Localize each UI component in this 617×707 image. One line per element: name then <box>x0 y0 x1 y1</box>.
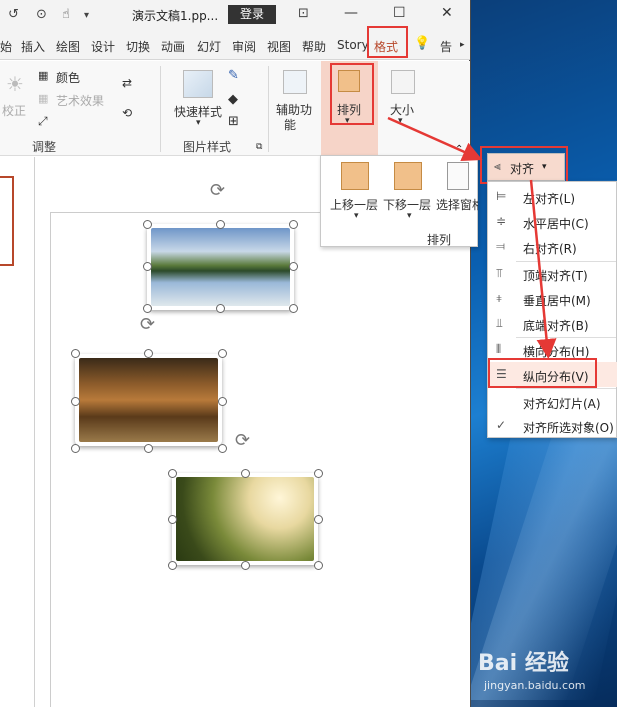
lake-picture[interactable] <box>147 224 294 310</box>
document-title: 演示文稿1.pp... <box>132 9 219 23</box>
align-menu: ⊨ 左对齐(L) ≑ 水平居中(C) ⫤ 右对齐(R) ⫪ 顶端对齐(T) ⧧ … <box>487 181 617 438</box>
customize-toolbar-icon[interactable]: ▾ <box>84 10 89 21</box>
tab-design[interactable]: 设计 <box>91 38 115 55</box>
size-dropdown-icon[interactable]: ▾ <box>398 116 403 126</box>
menu-align-to-slide[interactable]: 对齐幻灯片(A) <box>488 389 617 414</box>
tab-review[interactable]: 审阅 <box>232 38 256 55</box>
tab-story[interactable]: Story <box>337 38 367 52</box>
menu-align-center[interactable]: ≑ 水平居中(C) <box>488 209 617 234</box>
tab-slideshow[interactable]: 幻灯 <box>197 38 221 55</box>
slide-thumbnail[interactable] <box>0 176 14 266</box>
arrange-popup: 上移一层 ▾ 下移一层 ▾ 选择窗格 排列 <box>320 155 478 247</box>
cabin-picture[interactable] <box>75 354 222 446</box>
rotate-handle-icon[interactable]: ⟳ <box>210 180 225 201</box>
align-left-icon: ⊨ <box>496 189 507 203</box>
bring-forward-dropdown-icon[interactable]: ▾ <box>354 211 359 221</box>
color-icon: ▦ <box>38 69 49 82</box>
menu-align-right[interactable]: ⫤ 右对齐(R) <box>488 234 617 259</box>
accessibility-button-line2: 能 <box>284 118 297 132</box>
meadow-picture[interactable] <box>172 473 318 565</box>
tab-draw[interactable]: 绘图 <box>56 38 80 55</box>
redo-icon[interactable]: ↺ <box>8 7 19 22</box>
quick-style-dropdown-icon[interactable]: ▾ <box>196 118 201 128</box>
picture-border-icon[interactable]: ✎ <box>228 68 239 83</box>
menu-align-bottom[interactable]: ⫫ 底端对齐(B) <box>488 311 617 336</box>
art-effect-icon: ▦ <box>38 92 49 105</box>
arrange-red-box <box>330 63 374 125</box>
send-backward-dropdown-icon[interactable]: ▾ <box>407 211 412 221</box>
adjust-group-label: 调整 <box>32 140 57 154</box>
touch-mode-icon[interactable]: ☝ <box>62 7 70 22</box>
arrange-group-label: 排列 <box>427 233 452 247</box>
close-button[interactable]: ✕ <box>441 5 453 21</box>
rotate-handle-icon[interactable]: ⟳ <box>140 314 155 335</box>
presenter-icon[interactable]: ⊙ <box>36 7 47 22</box>
selection-pane-button[interactable]: 选择窗格 <box>436 196 478 213</box>
alt-text-icon <box>283 70 307 94</box>
color-button[interactable]: 颜色 <box>56 69 80 86</box>
watermark-brand: Bai 经验 <box>478 651 569 676</box>
send-backward-icon <box>394 162 422 190</box>
tab-tell-me[interactable]: 告 <box>440 38 452 55</box>
quick-style-icon[interactable] <box>183 70 213 98</box>
align-top-icon: ⫪ <box>496 266 503 280</box>
tab-transitions[interactable]: 切换 <box>126 38 150 55</box>
baidu-watermark: Bai 经验 jingyan.baidu.com <box>478 645 617 705</box>
reset-picture-icon[interactable]: ⟲ <box>122 106 132 120</box>
art-effect-button[interactable]: 艺术效果 <box>56 92 104 109</box>
format-tab-highlight <box>367 26 408 58</box>
dialog-launcher-icon[interactable]: ⧉ <box>256 142 262 152</box>
collapse-icon[interactable]: ⌃ <box>455 144 463 155</box>
distribute-horizontal-icon: ⫴ <box>496 342 502 356</box>
distribute-vertical-red-box <box>488 358 597 388</box>
align-center-icon: ≑ <box>496 214 507 228</box>
change-picture-icon[interactable]: ⇄ <box>122 76 132 90</box>
menu-align-left[interactable]: ⊨ 左对齐(L) <box>488 184 617 209</box>
tab-help[interactable]: 帮助 <box>302 38 326 55</box>
rotate-handle-icon[interactable]: ⟳ <box>235 430 250 451</box>
align-red-box <box>480 146 568 184</box>
ribbon-display-icon[interactable]: ⊡ <box>298 6 309 21</box>
menu-align-top[interactable]: ⫪ 顶端对齐(T) <box>488 261 617 286</box>
maximize-button[interactable]: ☐ <box>393 5 406 21</box>
selection-pane-icon <box>447 162 469 190</box>
minimize-button[interactable]: — <box>344 5 358 21</box>
tab-home[interactable]: 始 <box>0 38 12 55</box>
menu-align-selected[interactable]: ✓ 对齐所选对象(O) <box>488 413 617 438</box>
lightbulb-icon[interactable]: 💡 <box>414 36 430 51</box>
align-bottom-icon: ⫫ <box>496 316 503 330</box>
tab-animations[interactable]: 动画 <box>161 38 185 55</box>
tab-scroll-right-icon[interactable]: ▸ <box>460 40 465 50</box>
picture-effects-icon[interactable]: ◆ <box>228 92 238 107</box>
check-icon: ✓ <box>496 418 507 432</box>
align-middle-icon: ⧧ <box>496 291 503 305</box>
picture-layout-icon[interactable]: ⊞ <box>228 114 239 129</box>
correct-icon[interactable]: ☀ <box>6 72 24 96</box>
login-button[interactable]: 登录 <box>228 5 276 24</box>
tab-insert[interactable]: 插入 <box>21 38 45 55</box>
correct-button[interactable]: 校正 <box>2 102 26 119</box>
size-icon <box>391 70 415 94</box>
align-right-icon: ⫤ <box>496 239 506 253</box>
menu-align-middle[interactable]: ⧧ 垂直居中(M) <box>488 286 617 311</box>
watermark-url: jingyan.baidu.com <box>484 679 586 692</box>
picture-style-group-label: 图片样式 <box>183 140 232 154</box>
tab-view[interactable]: 视图 <box>267 38 291 55</box>
bring-forward-icon <box>341 162 369 190</box>
compress-icon[interactable]: ⤢ <box>38 114 48 129</box>
